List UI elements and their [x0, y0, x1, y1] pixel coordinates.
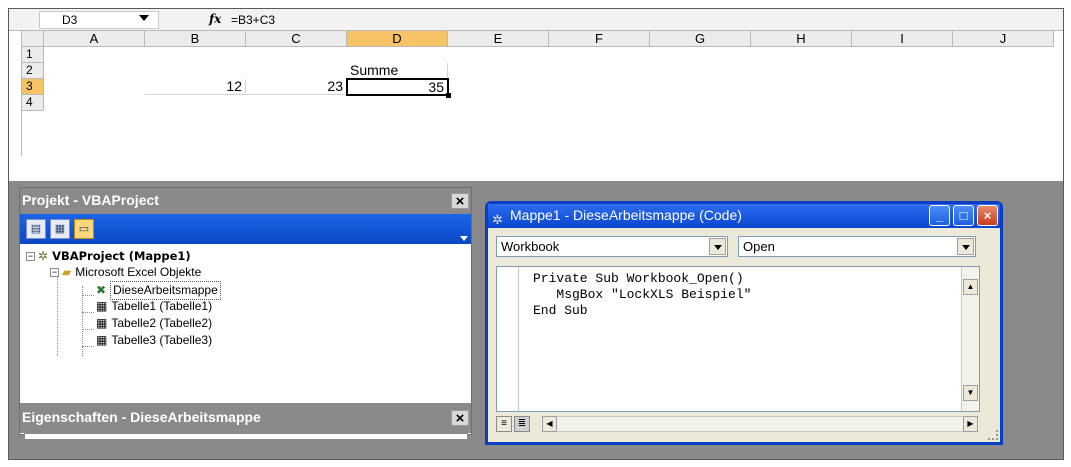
- minimize-button[interactable]: _: [929, 205, 950, 226]
- column-header[interactable]: A: [44, 31, 145, 47]
- code-window-title: Mappe1 - DieseArbeitsmappe (Code): [510, 207, 742, 223]
- tree-item-sheet[interactable]: ▦ Tabelle3 (Tabelle3): [96, 332, 212, 349]
- function-icon[interactable]: fx: [209, 12, 221, 26]
- column-header-selected[interactable]: D: [347, 31, 448, 47]
- properties-title-text: Eigenschaften - DieseArbeitsmappe: [22, 409, 261, 425]
- horizontal-scrollbar[interactable]: ◀ ▶: [542, 416, 978, 432]
- tree-line: [82, 329, 94, 330]
- view-object-icon[interactable]: ▦: [50, 219, 70, 239]
- tree-item-sheet[interactable]: ▦ Tabelle1 (Tabelle1): [96, 298, 212, 315]
- code-line[interactable]: MsgBox "LockXLS Beispiel": [533, 287, 751, 303]
- maximize-button[interactable]: □: [953, 205, 974, 226]
- code-margin[interactable]: [497, 267, 519, 411]
- tree-line: [82, 312, 94, 313]
- cell-c3[interactable]: 23: [246, 79, 347, 95]
- formula-input[interactable]: =B3+C3: [231, 12, 275, 28]
- tree-folder-label: Microsoft Excel Objekte: [75, 265, 202, 280]
- code-text[interactable]: Private Sub Workbook_Open() MsgBox "Lock…: [533, 271, 751, 319]
- code-line[interactable]: End Sub: [533, 303, 751, 319]
- scroll-up-icon[interactable]: ▲: [963, 279, 978, 295]
- scroll-down-icon[interactable]: ▼: [963, 385, 978, 401]
- tree-root-label: VBAProject (Mappe1): [52, 249, 191, 264]
- collapse-icon[interactable]: −: [26, 252, 35, 262]
- view-code-icon[interactable]: ▤: [26, 219, 46, 239]
- code-window-footer: ≡ ≣ ◀ ▶: [496, 414, 980, 434]
- toolbar-overflow-icon[interactable]: [460, 236, 468, 241]
- chevron-down-icon[interactable]: [139, 15, 149, 21]
- close-icon[interactable]: ×: [451, 193, 469, 210]
- object-dropdown[interactable]: Workbook: [496, 236, 728, 257]
- collapse-icon[interactable]: −: [50, 268, 59, 278]
- worksheet-icon: ▦: [96, 316, 108, 331]
- folder-icon[interactable]: ▭: [74, 219, 94, 239]
- code-line[interactable]: Private Sub Workbook_Open(): [533, 271, 751, 287]
- column-header[interactable]: F: [549, 31, 650, 47]
- cell-b3[interactable]: 12: [145, 79, 246, 95]
- project-title-text: Projekt - VBAProject: [22, 192, 159, 208]
- scroll-right-icon[interactable]: ▶: [963, 416, 978, 432]
- tree-item-workbook[interactable]: ✖ DieseArbeitsmappe: [96, 281, 221, 300]
- fill-handle[interactable]: [446, 93, 451, 98]
- column-header[interactable]: I: [852, 31, 953, 47]
- tree-line: [82, 346, 94, 347]
- row-header-selected[interactable]: 3: [22, 79, 44, 95]
- vba-module-icon: ✲: [492, 212, 503, 227]
- resize-grip-icon[interactable]: [988, 430, 998, 440]
- procedure-view-icon[interactable]: ≡: [496, 416, 512, 432]
- tree-line: [82, 295, 94, 296]
- code-window: ✲ Mappe1 - DieseArbeitsmappe (Code) _ □ …: [485, 201, 1003, 445]
- row-header[interactable]: 2: [22, 63, 44, 79]
- row-header[interactable]: 4: [22, 95, 44, 111]
- tree-item-label: Tabelle3 (Tabelle3): [111, 333, 213, 348]
- close-button[interactable]: ×: [977, 205, 998, 226]
- tree-item-label: Tabelle1 (Tabelle1): [111, 299, 213, 314]
- project-explorer: Projekt - VBAProject × ▤ ▦ ▭ − ✲ VBAProjec…: [19, 187, 472, 439]
- project-tree: − ✲ VBAProject (Mappe1) − ▰ Microsoft Excel …: [20, 244, 471, 372]
- code-window-titlebar[interactable]: ✲ Mappe1 - DieseArbeitsmappe (Code) _ □ …: [488, 204, 1000, 228]
- cell-d3-active[interactable]: 35: [346, 78, 449, 96]
- select-all-corner[interactable]: [22, 31, 44, 47]
- chevron-down-icon[interactable]: [709, 238, 726, 255]
- screenshot-frame: D3 fx =B3+C3 A B C D E F G H I J 1 2 3 4…: [8, 8, 1064, 460]
- worksheet-icon: ▦: [96, 333, 108, 348]
- tree-item-sheet[interactable]: ▦ Tabelle2 (Tabelle2): [96, 315, 212, 332]
- worksheet-icon: ▦: [96, 299, 108, 314]
- project-toolbar: ▤ ▦ ▭: [20, 214, 471, 244]
- vertical-scrollbar[interactable]: ▲ ▼: [961, 267, 979, 411]
- object-dropdown-value: Workbook: [501, 239, 560, 254]
- tree-root[interactable]: − ✲ VBAProject (Mappe1): [26, 248, 191, 265]
- row-header[interactable]: 1: [22, 47, 44, 63]
- project-explorer-title: Projekt - VBAProject ×: [20, 188, 471, 214]
- procedure-dropdown[interactable]: Open: [738, 236, 976, 257]
- column-header[interactable]: C: [246, 31, 347, 47]
- excel-worksheet: D3 fx =B3+C3 A B C D E F G H I J 1 2 3 4…: [9, 9, 1063, 181]
- full-module-view-icon[interactable]: ≣: [514, 416, 530, 432]
- column-header[interactable]: J: [953, 31, 1054, 47]
- column-header[interactable]: H: [751, 31, 852, 47]
- folder-icon: ▰: [62, 265, 72, 280]
- column-header[interactable]: E: [448, 31, 549, 47]
- cell-d2[interactable]: Summe: [347, 63, 448, 79]
- tree-line: [57, 270, 58, 356]
- column-header[interactable]: B: [145, 31, 246, 47]
- tree-item-label: Tabelle2 (Tabelle2): [111, 316, 213, 331]
- tree-folder[interactable]: − ▰ Microsoft Excel Objekte: [50, 264, 201, 281]
- properties-object-dropdown[interactable]: [24, 433, 468, 439]
- chevron-down-icon[interactable]: [957, 238, 974, 255]
- formula-bar: D3 fx =B3+C3: [9, 9, 1063, 31]
- close-icon[interactable]: ×: [451, 410, 469, 427]
- column-header[interactable]: G: [650, 31, 751, 47]
- spreadsheet-grid: A B C D E F G H I J 1 2 3 4 Summe 12 23 …: [21, 31, 1063, 156]
- vba-project-icon: ✲: [38, 249, 49, 264]
- scroll-left-icon[interactable]: ◀: [542, 416, 557, 432]
- excel-workbook-icon: ✖: [96, 283, 107, 297]
- properties-title: Eigenschaften - DieseArbeitsmappe ×: [20, 403, 471, 433]
- procedure-dropdown-value: Open: [743, 239, 775, 254]
- code-editor[interactable]: Private Sub Workbook_Open() MsgBox "Lock…: [496, 266, 980, 412]
